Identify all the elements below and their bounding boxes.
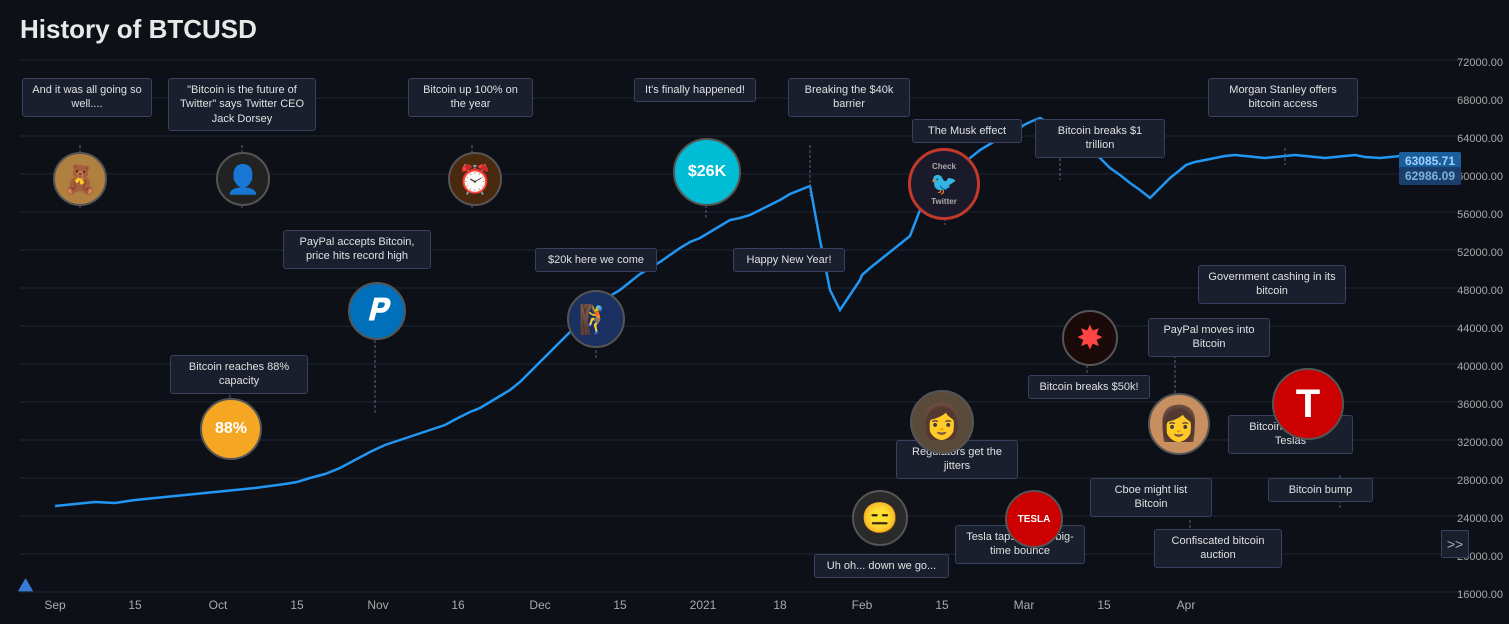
x-label-sep: Sep xyxy=(44,598,65,612)
annotation-trillion: Bitcoin breaks $1 trillion xyxy=(1035,119,1165,158)
y-label-40000: 40000.00 xyxy=(1457,361,1503,373)
y-label-72000: 72000.00 xyxy=(1457,57,1503,69)
y-label-64000: 64000.00 xyxy=(1457,133,1503,145)
y-label-56000: 56000.00 xyxy=(1457,209,1503,221)
annotation-new-year: Happy New Year! xyxy=(733,248,845,272)
annotation-confiscated: Confiscated bitcoin auction xyxy=(1154,529,1282,568)
annotation-bump: Bitcoin bump xyxy=(1268,478,1373,502)
y-label-60000: 60000.00 xyxy=(1457,171,1503,183)
y-label-48000: 48000.00 xyxy=(1457,285,1503,297)
annotation-50k: Bitcoin breaks $50k! xyxy=(1028,375,1150,399)
avatar-26k: $26K xyxy=(673,138,741,206)
annotation-musk: The Musk effect xyxy=(912,119,1022,143)
y-label-36000: 36000.00 xyxy=(1457,399,1503,411)
x-label-2021: 2021 xyxy=(690,598,717,612)
x-label-15-sep: 15 xyxy=(128,598,141,612)
annotation-100pct: Bitcoin up 100% on the year xyxy=(408,78,533,117)
x-label-apr: Apr xyxy=(1177,598,1196,612)
annotation-going-well: And it was all going so well.... xyxy=(22,78,152,117)
avatar-sad: 😑 xyxy=(852,490,908,546)
x-label-15-dec: 15 xyxy=(613,598,626,612)
x-label-feb: Feb xyxy=(852,598,873,612)
avatar-climber: 🧗 xyxy=(567,290,625,348)
annotation-gov-cash: Government cashing in its bitcoin xyxy=(1198,265,1346,304)
y-label-24000: 24000.00 xyxy=(1457,513,1503,525)
avatar-dorsey: 👤 xyxy=(216,152,270,206)
annotation-morgan: Morgan Stanley offers bitcoin access xyxy=(1208,78,1358,117)
x-label-oct: Oct xyxy=(209,598,228,612)
x-label-16: 16 xyxy=(451,598,464,612)
avatar-paypal: 𝐏 xyxy=(348,282,406,340)
avatar-paypal2: ✸ xyxy=(1062,310,1118,366)
chart-container: History of BTCUSD xyxy=(0,0,1509,624)
avatar-mar-person: 👩 xyxy=(1148,393,1210,455)
avatar-tesla-logo: TESLA xyxy=(1005,490,1063,548)
avatar-musk: Check 🐦 Twitter xyxy=(908,148,980,220)
annotation-40k: Breaking the $40k barrier xyxy=(788,78,910,117)
x-label-nov: Nov xyxy=(367,598,388,612)
y-label-28000: 28000.00 xyxy=(1457,475,1503,487)
y-label-68000: 68000.00 xyxy=(1457,95,1503,107)
y-label-16000: 16000.00 xyxy=(1457,589,1503,601)
annotation-jack-dorsey: "Bitcoin is the future of Twitter" says … xyxy=(168,78,316,131)
annotation-paypal-moves: PayPal moves into Bitcoin xyxy=(1148,318,1270,357)
annotation-20k: $20k here we come xyxy=(535,248,657,272)
x-label-15-feb: 15 xyxy=(935,598,948,612)
tradingview-logo: ⛰ xyxy=(18,575,33,596)
y-label-52000: 52000.00 xyxy=(1457,247,1503,259)
annotation-down: Uh oh... down we go... xyxy=(814,554,949,578)
x-label-15-oct: 15 xyxy=(290,598,303,612)
annotation-cboe: Cboe might list Bitcoin xyxy=(1090,478,1212,517)
price-label-low: 62986.09 xyxy=(1399,167,1461,185)
avatar-tesla-t: T xyxy=(1272,368,1344,440)
x-label-dec: Dec xyxy=(529,598,550,612)
forward-button[interactable]: >> xyxy=(1441,530,1469,558)
annotation-88pct: Bitcoin reaches 88% capacity xyxy=(170,355,308,394)
y-label-32000: 32000.00 xyxy=(1457,437,1503,449)
avatar-sep: 🧸 xyxy=(53,152,107,206)
y-label-44000: 44000.00 xyxy=(1457,323,1503,335)
avatar-yellen: 👩 xyxy=(910,390,974,454)
annotation-finally: It's finally happened! xyxy=(634,78,756,102)
x-label-15-mar: 15 xyxy=(1097,598,1110,612)
avatar-nov: ⏰ xyxy=(448,152,502,206)
avatar-88pct: 88% xyxy=(200,398,262,460)
x-label-18: 18 xyxy=(773,598,786,612)
x-label-mar: Mar xyxy=(1014,598,1035,612)
annotation-paypal-accepts: PayPal accepts Bitcoin, price hits recor… xyxy=(283,230,431,269)
